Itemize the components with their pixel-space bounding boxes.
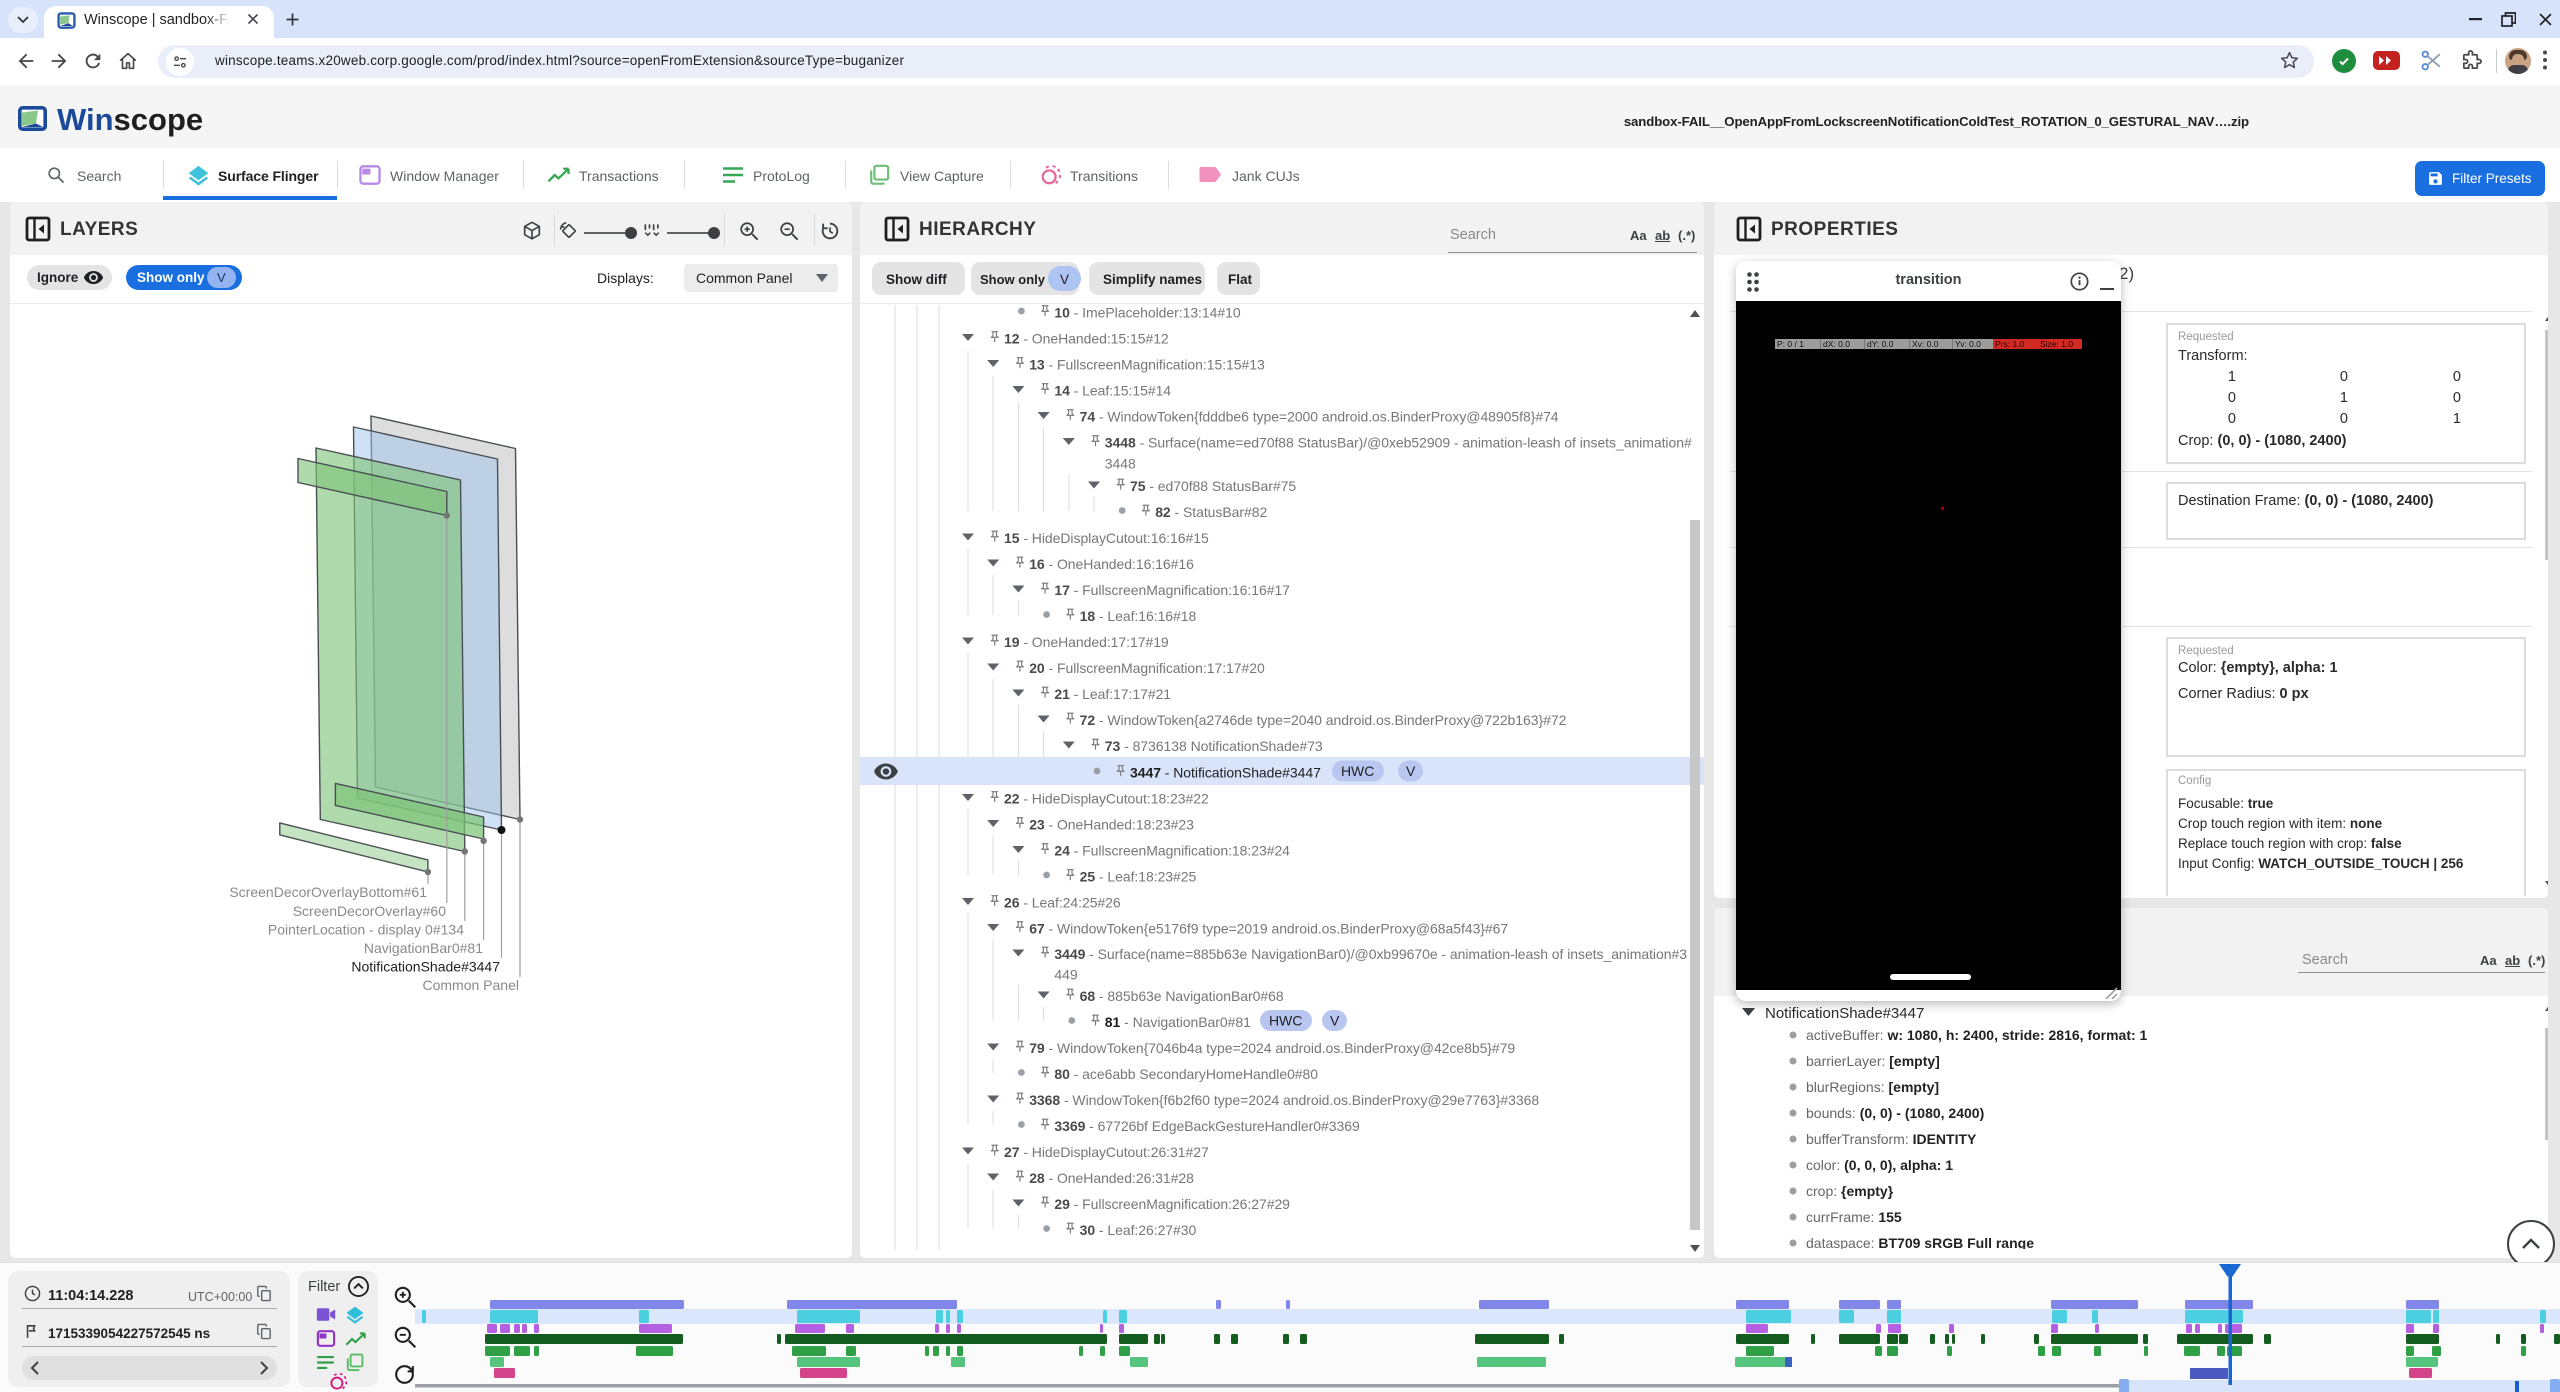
svg-text:HWC: HWC <box>1269 1013 1302 1029</box>
svg-text:crop: {empty}: crop: {empty} <box>1806 1183 1894 1199</box>
svg-text:74 - WindowToken{fdddbe6 type=: 74 - WindowToken{fdddbe6 type=2000 andro… <box>1080 409 1559 425</box>
svg-text:81 - NavigationBar0#81: 81 - NavigationBar0#81 <box>1105 1014 1251 1030</box>
svg-text:barrierLayer: [empty]: barrierLayer: [empty] <box>1806 1053 1940 1069</box>
svg-text:V: V <box>1330 1013 1340 1029</box>
svg-text:currFrame: 155: currFrame: 155 <box>1806 1209 1902 1225</box>
svg-text:bufferTransform: IDENTITY: bufferTransform: IDENTITY <box>1806 1131 1977 1147</box>
svg-text:75 - ed70f88 StatusBar#75: 75 - ed70f88 StatusBar#75 <box>1130 478 1296 494</box>
svg-text:HWC: HWC <box>1341 763 1374 779</box>
svg-text:28 - OneHanded:26:31#28: 28 - OneHanded:26:31#28 <box>1029 1170 1194 1186</box>
svg-text:26 - Leaf:24:25#26: 26 - Leaf:24:25#26 <box>1004 895 1121 911</box>
svg-text:20 - FullscreenMagnification:1: 20 - FullscreenMagnification:17:17#20 <box>1029 660 1265 676</box>
svg-text:30 - Leaf:26:27#30: 30 - Leaf:26:27#30 <box>1080 1222 1197 1238</box>
svg-text:22 - HideDisplayCutout:18:23#2: 22 - HideDisplayCutout:18:23#22 <box>1004 791 1209 807</box>
svg-text:68 - 885b63e NavigationBar0#68: 68 - 885b63e NavigationBar0#68 <box>1080 988 1284 1004</box>
svg-text:13 - FullscreenMagnification:1: 13 - FullscreenMagnification:15:15#13 <box>1029 357 1265 373</box>
svg-text:color: (0, 0, 0), alpha: 1: color: (0, 0, 0), alpha: 1 <box>1806 1157 1953 1173</box>
svg-text:ScreenDecorOverlayBottom#61: ScreenDecorOverlayBottom#61 <box>229 884 427 900</box>
svg-text:15 - HideDisplayCutout:16:16#1: 15 - HideDisplayCutout:16:16#15 <box>1004 530 1209 546</box>
svg-text:bounds: (0, 0) - (1080, 2400): bounds: (0, 0) - (1080, 2400) <box>1806 1105 1984 1121</box>
svg-text:80 - ace6abb SecondaryHomeHand: 80 - ace6abb SecondaryHomeHandle0#80 <box>1054 1066 1318 1082</box>
svg-text:dataspace: BT709 sRGB Full ran: dataspace: BT709 sRGB Full range <box>1806 1235 2034 1249</box>
svg-text:17 - FullscreenMagnification:1: 17 - FullscreenMagnification:16:16#17 <box>1054 582 1290 598</box>
svg-text:449: 449 <box>1054 967 1077 983</box>
svg-text:24 - FullscreenMagnification:1: 24 - FullscreenMagnification:18:23#24 <box>1054 843 1290 859</box>
svg-text:PointerLocation - display 0#13: PointerLocation - display 0#134 <box>268 922 464 938</box>
svg-text:3449 - Surface(name=885b63e Na: 3449 - Surface(name=885b63e NavigationBa… <box>1054 946 1687 962</box>
svg-text:3368 - WindowToken{f6b2f60 typ: 3368 - WindowToken{f6b2f60 type=2024 and… <box>1029 1092 1539 1108</box>
svg-text:NotificationShade#3447: NotificationShade#3447 <box>351 959 500 975</box>
svg-text:Common Panel: Common Panel <box>423 977 520 993</box>
svg-text:3448 - Surface(name=ed70f88 St: 3448 - Surface(name=ed70f88 StatusBar)/@… <box>1105 435 1692 451</box>
svg-text:82 - StatusBar#82: 82 - StatusBar#82 <box>1155 504 1267 520</box>
svg-text:19 - OneHanded:17:17#19: 19 - OneHanded:17:17#19 <box>1004 634 1169 650</box>
svg-text:29 - FullscreenMagnification:2: 29 - FullscreenMagnification:26:27#29 <box>1054 1196 1290 1212</box>
svg-text:3369 - 67726bf EdgeBackGesture: 3369 - 67726bf EdgeBackGestureHandler0#3… <box>1054 1118 1360 1134</box>
svg-text:3447 - NotificationShade#3447: 3447 - NotificationShade#3447 <box>1130 765 1321 781</box>
svg-text:21 - Leaf:17:17#21: 21 - Leaf:17:17#21 <box>1054 686 1171 702</box>
svg-text:25 - Leaf:18:23#25: 25 - Leaf:18:23#25 <box>1080 869 1197 885</box>
svg-text:ScreenDecorOverlay#60: ScreenDecorOverlay#60 <box>293 903 447 919</box>
svg-text:blurRegions: [empty]: blurRegions: [empty] <box>1806 1079 1939 1095</box>
svg-text:14 - Leaf:15:15#14: 14 - Leaf:15:15#14 <box>1054 383 1171 399</box>
svg-text:67 - WindowToken{e5176f9 type=: 67 - WindowToken{e5176f9 type=2019 andro… <box>1029 921 1508 937</box>
svg-text:73 - 8736138 NotificationShade: 73 - 8736138 NotificationShade#73 <box>1105 738 1323 754</box>
svg-text:12 - OneHanded:15:15#12: 12 - OneHanded:15:15#12 <box>1004 331 1169 347</box>
svg-text:72 - WindowToken{a2746de type=: 72 - WindowToken{a2746de type=2040 andro… <box>1080 712 1567 728</box>
svg-text:NotificationShade#3447: NotificationShade#3447 <box>1765 1005 1924 1022</box>
svg-text:V: V <box>1406 763 1416 779</box>
svg-text:79 - WindowToken{7046b4a type=: 79 - WindowToken{7046b4a type=2024 andro… <box>1029 1040 1515 1056</box>
svg-text:16 - OneHanded:16:16#16: 16 - OneHanded:16:16#16 <box>1029 556 1194 572</box>
svg-text:NavigationBar0#81: NavigationBar0#81 <box>364 940 483 956</box>
svg-text:3448: 3448 <box>1105 456 1136 472</box>
svg-text:18 - Leaf:16:16#18: 18 - Leaf:16:16#18 <box>1080 608 1197 624</box>
svg-text:activeBuffer: w: 1080, h: 2400: activeBuffer: w: 1080, h: 2400, stride: … <box>1806 1027 2148 1043</box>
svg-text:27 - HideDisplayCutout:26:31#2: 27 - HideDisplayCutout:26:31#27 <box>1004 1144 1209 1160</box>
svg-text:23 - OneHanded:18:23#23: 23 - OneHanded:18:23#23 <box>1029 817 1194 833</box>
svg-text:10 - ImePlaceholder:13:14#10: 10 - ImePlaceholder:13:14#10 <box>1054 305 1240 321</box>
